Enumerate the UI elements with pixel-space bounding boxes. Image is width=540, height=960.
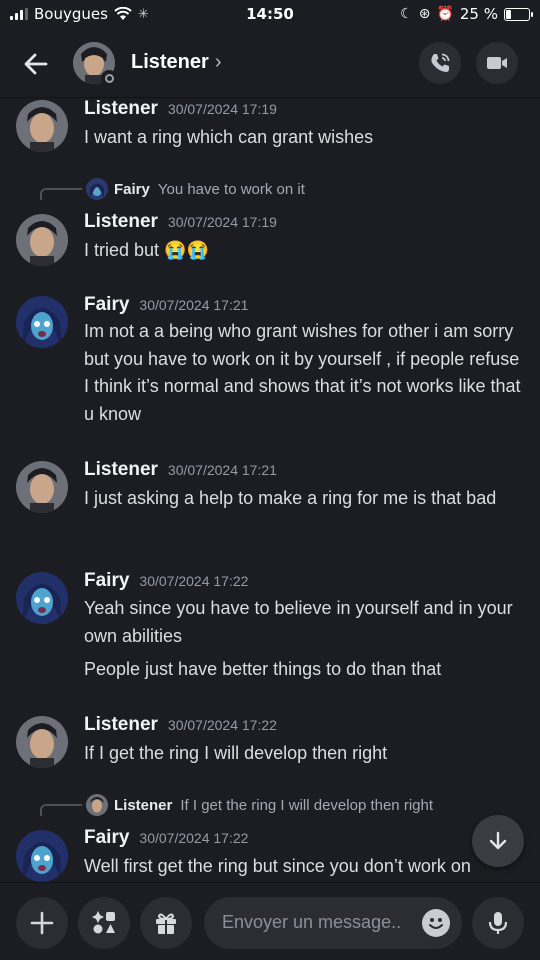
reply-preview[interactable]: Fairy You have to work on it [40, 178, 305, 200]
jump-to-latest-button[interactable] [472, 815, 524, 867]
fairy-avatar-image [86, 178, 108, 200]
message-list[interactable]: Listener 30/07/2024 17:19 I want a ring w… [0, 98, 540, 882]
message-author[interactable]: Fairy 30/07/2024 17:22 [84, 827, 248, 849]
arrow-down-icon [489, 831, 507, 850]
arrow-left-icon [24, 53, 48, 75]
reply-preview[interactable]: Listener If I get the ring I will develo… [40, 794, 433, 816]
plus-icon [30, 911, 54, 935]
message-timestamp: 30/07/2024 17:22 [167, 717, 277, 733]
author-avatar[interactable] [16, 296, 68, 348]
microphone-icon [488, 912, 508, 934]
author-avatar[interactable] [16, 830, 68, 882]
author-name: Listener [84, 98, 158, 119]
listener-avatar-image [16, 716, 68, 768]
author-name: Listener [84, 459, 158, 480]
chat-title[interactable]: Listener › [131, 51, 221, 74]
listener-avatar-image [16, 461, 68, 513]
reply-text: If I get the ring I will develop then ri… [180, 796, 434, 814]
message-timestamp: 30/07/2024 17:21 [139, 297, 249, 313]
back-button[interactable] [20, 48, 52, 80]
message-text: I tried but 😭😭 [84, 240, 209, 260]
fairy-avatar-image [16, 830, 68, 882]
gift-icon [156, 913, 176, 934]
lock-rotation-icon: ⊛ [418, 6, 431, 22]
listener-avatar-image [86, 794, 108, 816]
message-text: Well first get the ring but since you do… [84, 856, 471, 876]
reply-avatar [86, 178, 108, 200]
gift-button[interactable] [140, 897, 192, 949]
author-avatar[interactable] [16, 716, 68, 768]
message-text: People just have better things to do tha… [84, 659, 442, 679]
emoji-button[interactable] [422, 909, 450, 937]
message-text: I want a ring which can grant wishes [84, 127, 374, 147]
message-input-placeholder: Envoyer un message.. [222, 912, 402, 932]
video-camera-icon [487, 57, 507, 69]
reply-author: Fairy [114, 180, 150, 198]
fairy-avatar-image [16, 572, 68, 624]
apps-button[interactable] [78, 897, 130, 949]
author-avatar[interactable] [16, 461, 68, 513]
chevron-right-icon: › [214, 51, 222, 73]
message-text: Yeah since you have to believe in yourse… [84, 598, 518, 646]
message-author[interactable]: Fairy 30/07/2024 17:22 [84, 570, 248, 592]
author-name: Listener [84, 211, 158, 232]
author-name: Fairy [84, 294, 130, 315]
reply-avatar [86, 794, 108, 816]
listener-avatar-image [16, 214, 68, 266]
message-timestamp: 30/07/2024 17:21 [167, 462, 277, 478]
emoji-icon [423, 910, 449, 936]
message-author[interactable]: Listener 30/07/2024 17:19 [84, 211, 277, 233]
alarm-icon: ⏰ [436, 6, 454, 22]
message-timestamp: 30/07/2024 17:22 [139, 830, 249, 846]
moon-icon: ☾ [400, 6, 413, 22]
reply-connector [40, 188, 82, 200]
message-author[interactable]: Fairy 30/07/2024 17:21 [84, 294, 248, 316]
author-name: Fairy [84, 570, 130, 591]
author-avatar[interactable] [16, 572, 68, 624]
listener-avatar-image [16, 100, 68, 152]
message-author[interactable]: Listener 30/07/2024 17:22 [84, 714, 277, 736]
message-author[interactable]: Listener 30/07/2024 17:21 [84, 459, 277, 481]
reply-text: You have to work on it [157, 180, 305, 198]
message-input[interactable]: Envoyer un message.. [204, 897, 462, 949]
status-bar: Bouygues ✳ 14:50 ☾ ⊛ ⏰ 25 % [0, 0, 540, 30]
phone-call-icon [431, 53, 450, 72]
author-name: Listener [84, 714, 158, 735]
chat-header: Listener › [0, 30, 540, 98]
message-text: I just asking a help to make a ring for … [84, 488, 497, 508]
battery-icon [504, 7, 533, 21]
author-name: Fairy [84, 827, 130, 848]
chat-title-text: Listener [131, 51, 209, 73]
apps-icon [92, 911, 115, 934]
message-author[interactable]: Listener 30/07/2024 17:19 [84, 98, 277, 120]
message-composer: Envoyer un message.. [0, 882, 540, 960]
message-timestamp: 30/07/2024 17:22 [139, 573, 249, 589]
status-right: ☾ ⊛ ⏰ 25 % [400, 5, 533, 23]
reply-author: Listener [114, 796, 173, 814]
battery-percent: 25 % [459, 5, 498, 23]
voice-call-button[interactable] [419, 42, 461, 84]
voice-message-button[interactable] [472, 897, 524, 949]
reply-connector [40, 804, 82, 816]
message-timestamp: 30/07/2024 17:19 [167, 101, 277, 117]
video-call-button[interactable] [476, 42, 518, 84]
message-text: Im not a a being who grant wishes for ot… [84, 321, 526, 424]
author-avatar[interactable] [16, 214, 68, 266]
add-attachment-button[interactable] [16, 897, 68, 949]
message-timestamp: 30/07/2024 17:19 [167, 214, 277, 230]
author-avatar[interactable] [16, 100, 68, 152]
battery-level [506, 9, 511, 19]
presence-icon [101, 70, 117, 86]
message-text: If I get the ring I will develop then ri… [84, 743, 388, 763]
fairy-avatar-image [16, 296, 68, 348]
